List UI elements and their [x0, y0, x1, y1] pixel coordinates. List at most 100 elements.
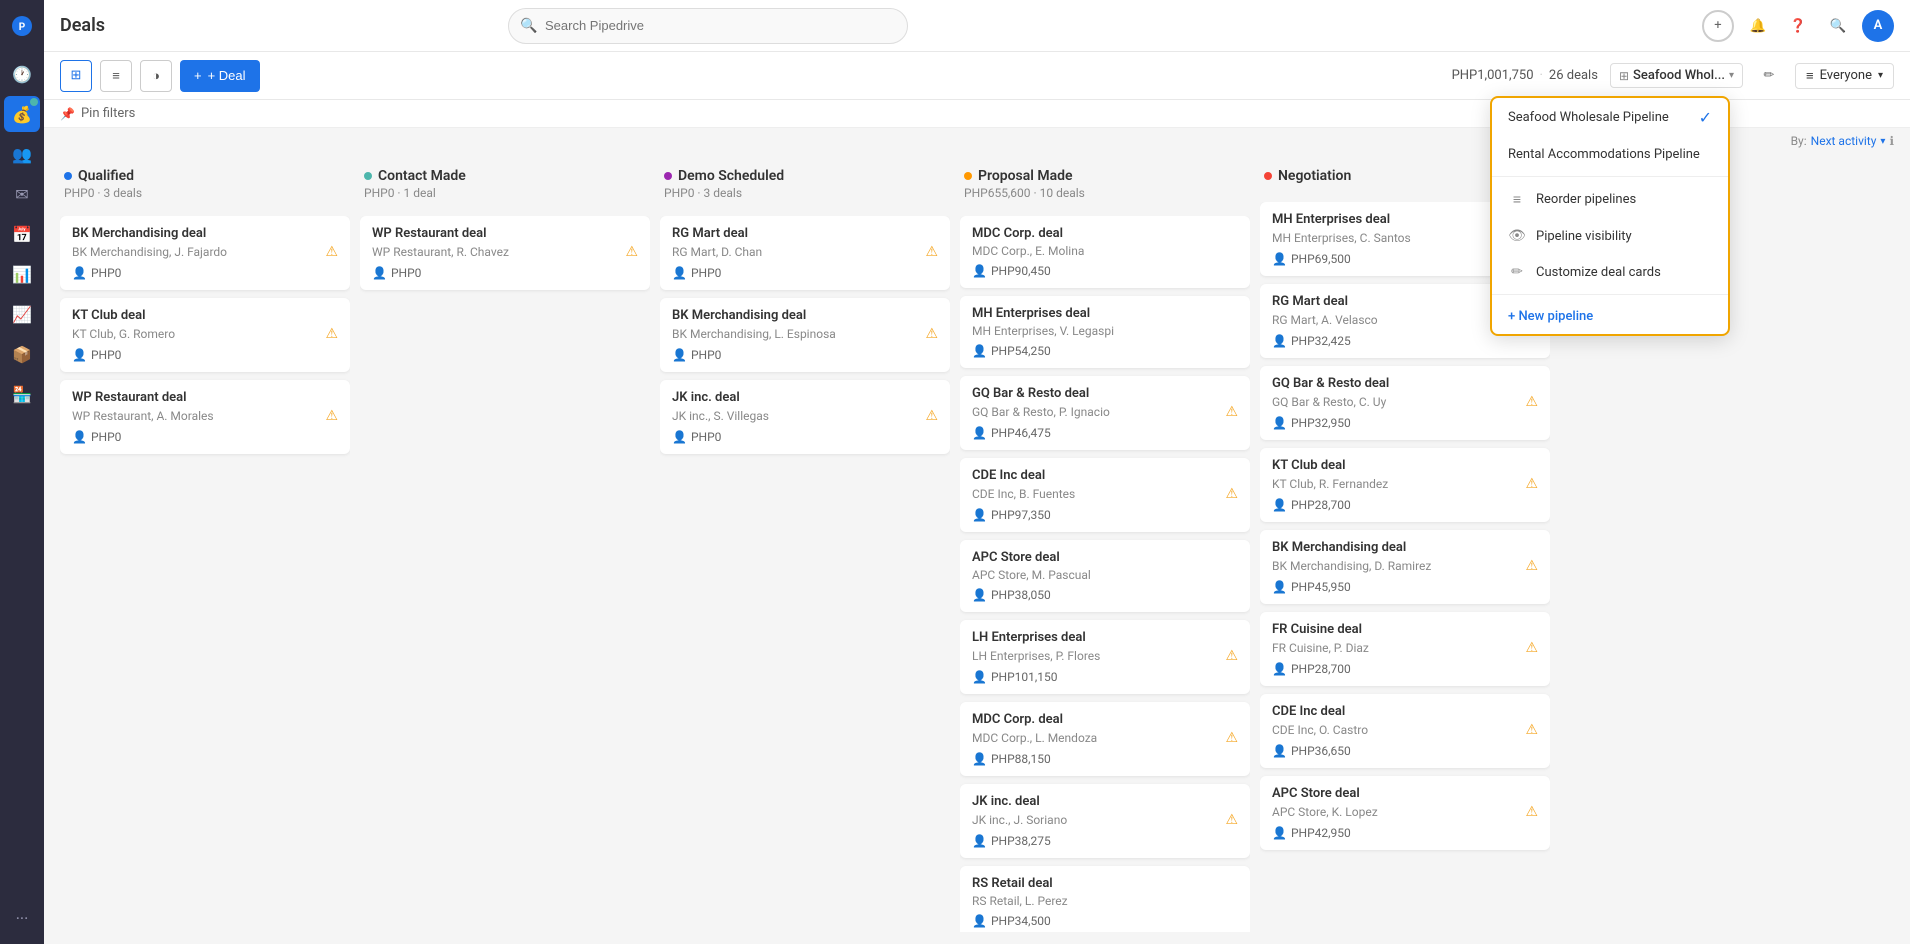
- search-people-button[interactable]: 🔍: [1822, 10, 1854, 42]
- table-row[interactable]: APC Store dealAPC Store, K. Lopez⚠👤PHP42…: [1260, 776, 1550, 850]
- dropdown-item-seafood[interactable]: Seafood Wholesale Pipeline ✓: [1492, 98, 1728, 137]
- warning-icon: ⚠: [325, 408, 338, 424]
- sidebar-item-activity[interactable]: 🕐: [4, 56, 40, 92]
- deal-title: LH Enterprises deal: [972, 630, 1238, 645]
- table-row[interactable]: FR Cuisine dealFR Cuisine, P. Diaz⚠👤PHP2…: [1260, 612, 1550, 686]
- sidebar-item-pipeline[interactable]: 📊: [4, 256, 40, 292]
- deal-title: WP Restaurant deal: [72, 390, 338, 405]
- search-input[interactable]: [508, 8, 908, 44]
- help-button[interactable]: ❓: [1782, 10, 1814, 42]
- deal-title: RS Retail deal: [972, 876, 1238, 891]
- table-row[interactable]: JK inc. dealJK inc., J. Soriano⚠👤PHP38,2…: [960, 784, 1250, 858]
- dropdown-item-visibility[interactable]: 👁 Pipeline visibility: [1492, 218, 1728, 254]
- warning-icon: ⚠: [925, 244, 938, 260]
- eye-icon: 👁: [1508, 228, 1526, 244]
- dropdown-item-new-pipeline[interactable]: + New pipeline: [1492, 299, 1728, 334]
- deal-value: PHP0: [391, 266, 421, 280]
- column-header-1: Contact MadePHP0 · 1 deal: [360, 160, 650, 208]
- sidebar-item-mail[interactable]: ✉: [4, 176, 40, 212]
- deal-subtitle: BK Merchandising, D. Ramirez⚠: [1272, 558, 1538, 574]
- sidebar-item-deals[interactable]: 💰: [4, 96, 40, 132]
- add-deal-plus-icon: +: [194, 68, 202, 83]
- table-row[interactable]: RG Mart dealRG Mart, D. Chan⚠👤PHP0: [660, 216, 950, 290]
- column-subtitle-3: PHP655,600 · 10 deals: [964, 186, 1246, 200]
- table-row[interactable]: CDE Inc dealCDE Inc, B. Fuentes⚠👤PHP97,3…: [960, 458, 1250, 532]
- table-row[interactable]: MH Enterprises dealMH Enterprises, V. Le…: [960, 296, 1250, 368]
- search-people-icon: 🔍: [1830, 18, 1847, 34]
- sidebar-item-marketplace[interactable]: 🏪: [4, 376, 40, 412]
- deal-subtitle: JK inc., S. Villegas⚠: [672, 408, 938, 424]
- table-row[interactable]: BK Merchandising dealBK Merchandising, D…: [1260, 530, 1550, 604]
- add-button[interactable]: +: [1702, 10, 1734, 42]
- deal-footer: 👤PHP101,150: [972, 670, 1238, 684]
- column-title-1: Contact Made: [364, 168, 646, 184]
- edit-pipeline-button[interactable]: ✏: [1755, 62, 1783, 90]
- sidebar-item-products[interactable]: 📦: [4, 336, 40, 372]
- person-icon: 👤: [972, 264, 987, 278]
- kanban-view-button[interactable]: ⊞: [60, 60, 92, 92]
- bell-icon: 🔔: [1750, 18, 1767, 34]
- table-row[interactable]: KT Club dealKT Club, G. Romero⚠👤PHP0: [60, 298, 350, 372]
- table-row[interactable]: BK Merchandising dealBK Merchandising, L…: [660, 298, 950, 372]
- sidebar-logo[interactable]: P: [4, 8, 40, 44]
- avatar[interactable]: A: [1862, 10, 1894, 42]
- subtoolbar-right: PHP1,001,750 · 26 deals ⊞ Seafood Whol..…: [1452, 62, 1894, 90]
- filter-button[interactable]: ≡ Everyone ▾: [1795, 63, 1894, 89]
- table-row[interactable]: GQ Bar & Resto dealGQ Bar & Resto, C. Uy…: [1260, 366, 1550, 440]
- sort-info-icon[interactable]: ℹ: [1889, 134, 1894, 148]
- deal-value: PHP0: [691, 430, 721, 444]
- deal-title: JK inc. deal: [972, 794, 1238, 809]
- deal-value: PHP90,450: [991, 264, 1051, 278]
- dropdown-item-customize[interactable]: ✏ Customize deal cards: [1492, 254, 1728, 290]
- dropdown-item-reorder[interactable]: ≡ Reorder pipelines: [1492, 181, 1728, 218]
- deal-value: PHP46,475: [991, 426, 1051, 440]
- pin-filters-label[interactable]: Pin filters: [81, 106, 135, 121]
- add-deal-button[interactable]: + + Deal: [180, 60, 260, 92]
- deal-footer: 👤PHP28,700: [1272, 498, 1538, 512]
- person-icon: 👤: [672, 266, 687, 280]
- notifications-button[interactable]: 🔔: [1742, 10, 1774, 42]
- table-row[interactable]: GQ Bar & Resto dealGQ Bar & Resto, P. Ig…: [960, 376, 1250, 450]
- warning-icon: ⚠: [1225, 812, 1238, 828]
- person-icon: 👤: [372, 266, 387, 280]
- sidebar-item-contacts[interactable]: 👥: [4, 136, 40, 172]
- warning-icon: ⚠: [625, 244, 638, 260]
- table-row[interactable]: MDC Corp. dealMDC Corp., L. Mendoza⚠👤PHP…: [960, 702, 1250, 776]
- table-row[interactable]: WP Restaurant deal WP Restaurant, A. Mora…: [60, 380, 350, 454]
- sort-label: By:: [1791, 134, 1807, 148]
- stats-view-button[interactable]: ◑: [140, 60, 172, 92]
- table-row[interactable]: WP Restaurant dealWP Restaurant, R. Chav…: [360, 216, 650, 290]
- list-icon: ≡: [112, 68, 120, 84]
- sidebar-item-reports[interactable]: 📈: [4, 296, 40, 332]
- topbar: Deals 🔍 + 🔔 ❓ 🔍 A: [44, 0, 1910, 52]
- pipeline-selector[interactable]: ⊞ Seafood Whol... ▾: [1610, 63, 1743, 88]
- warning-icon: ⚠: [1525, 394, 1538, 410]
- sidebar-item-calendar[interactable]: 📅: [4, 216, 40, 252]
- deal-subtitle: WP Restaurant, R. Chavez⚠: [372, 244, 638, 260]
- table-row[interactable]: CDE Inc dealCDE Inc, O. Castro⚠👤PHP36,65…: [1260, 694, 1550, 768]
- warning-icon: ⚠: [1525, 722, 1538, 738]
- table-row[interactable]: LH Enterprises dealLH Enterprises, P. Fl…: [960, 620, 1250, 694]
- deal-subtitle: CDE Inc, O. Castro⚠: [1272, 722, 1538, 738]
- sidebar-item-more[interactable]: ···: [4, 900, 40, 936]
- list-view-button[interactable]: ≡: [100, 60, 132, 92]
- deal-title: GQ Bar & Resto deal: [1272, 376, 1538, 391]
- warning-icon: ⚠: [1225, 404, 1238, 420]
- table-row[interactable]: RS Retail dealRS Retail, L. Perez👤PHP34,…: [960, 866, 1250, 932]
- table-row[interactable]: JK inc. dealJK inc., S. Villegas⚠👤PHP0: [660, 380, 950, 454]
- table-row[interactable]: APC Store dealAPC Store, M. Pascual👤PHP3…: [960, 540, 1250, 612]
- deal-value: PHP0: [91, 348, 121, 362]
- sort-select[interactable]: Next activity: [1811, 134, 1877, 148]
- deal-footer: 👤PHP42,950: [1272, 826, 1538, 840]
- deal-subtitle: BK Merchandising, L. Espinosa⚠: [672, 326, 938, 342]
- pipeline-dropdown: Seafood Wholesale Pipeline ✓ Rental Acco…: [1490, 96, 1730, 336]
- table-row[interactable]: KT Club dealKT Club, R. Fernandez⚠👤PHP28…: [1260, 448, 1550, 522]
- deal-subtitle: WP Restaurant, A. Morales⚠: [72, 408, 338, 424]
- person-icon: 👤: [1272, 744, 1287, 758]
- table-row[interactable]: MDC Corp. dealMDC Corp., E. Molina👤PHP90…: [960, 216, 1250, 288]
- deal-subtitle: GQ Bar & Resto, P. Ignacio⚠: [972, 404, 1238, 420]
- sidebar: P 🕐 💰 👥 ✉ 📅 📊 📈 📦 🏪 ···: [0, 0, 44, 944]
- deal-title: KT Club deal: [72, 308, 338, 323]
- dropdown-item-rental[interactable]: Rental Accommodations Pipeline: [1492, 137, 1728, 172]
- table-row[interactable]: BK Merchandising dealBK Merchandising, J…: [60, 216, 350, 290]
